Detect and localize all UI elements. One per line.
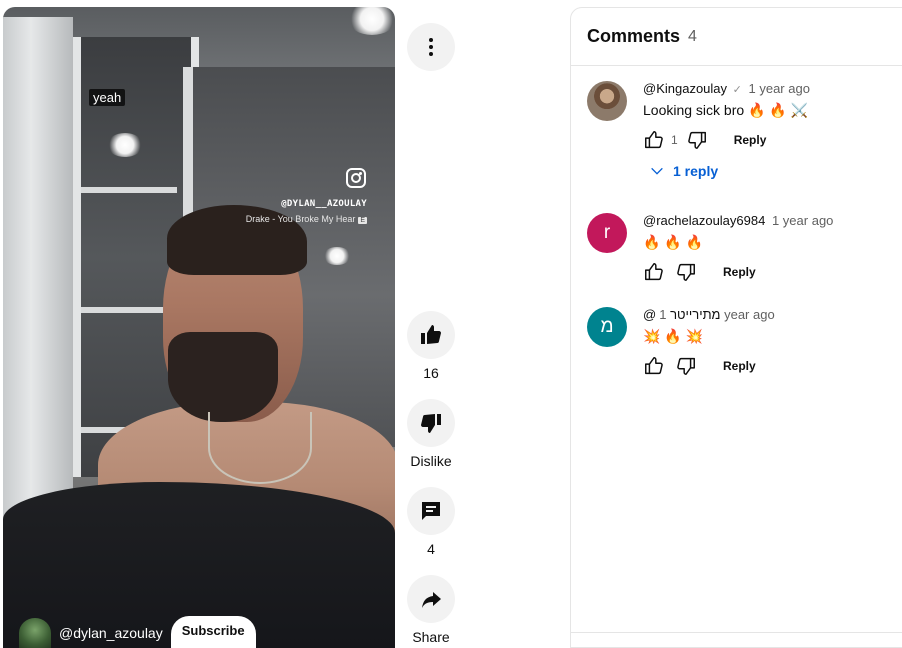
- share-label: Share: [412, 629, 450, 645]
- commenter-avatar[interactable]: [587, 81, 627, 121]
- video-scene-light: [348, 7, 395, 35]
- like-button[interactable]: [407, 311, 455, 359]
- comment-like-count: 1: [671, 133, 678, 147]
- like-count: 16: [423, 365, 439, 381]
- thumb-up-icon[interactable]: [643, 129, 665, 151]
- comments-title: Comments: [587, 26, 681, 46]
- comments-button[interactable]: [407, 487, 455, 535]
- share-button[interactable]: [407, 575, 455, 623]
- thumb-down-icon[interactable]: [675, 355, 697, 377]
- short-video-player[interactable]: yeah @DYLAN__AZOULAY Drake - You Broke M…: [3, 7, 395, 648]
- reply-button[interactable]: Reply: [723, 265, 756, 279]
- video-caption: yeah: [89, 89, 126, 106]
- comment-time[interactable]: 1 year ago: [772, 213, 833, 228]
- channel-name[interactable]: @dylan_azoulay: [59, 625, 163, 641]
- song-title: Drake - You Broke My Hear: [245, 214, 356, 224]
- comment-author[interactable]: @מתירייטר: [643, 307, 720, 322]
- video-scene-light: [323, 247, 351, 265]
- comments-total-count: 4: [688, 27, 697, 45]
- reply-button[interactable]: Reply: [723, 359, 756, 373]
- video-scene-cabinet: [3, 17, 73, 537]
- view-replies-button[interactable]: 1 reply: [643, 163, 902, 179]
- comment-text: 🔥 🔥 🔥: [643, 234, 704, 250]
- comment-author[interactable]: @rachelazoulay6984: [643, 213, 765, 228]
- comment-text: 💥 🔥 💥: [643, 328, 704, 344]
- video-scene-person: [168, 332, 278, 422]
- comments-footer-divider: [571, 632, 902, 633]
- comment-time[interactable]: 1 year ago: [749, 81, 810, 96]
- more-options-button[interactable]: [407, 23, 455, 71]
- thumb-down-icon[interactable]: [686, 129, 708, 151]
- video-overlay-handle: @DYLAN__AZOULAY: [281, 199, 367, 209]
- dislike-label: Dislike: [410, 453, 452, 469]
- verified-check-icon: ✓: [732, 84, 742, 96]
- chevron-down-icon: [651, 167, 663, 175]
- comment-text: Looking sick bro 🔥 🔥 ⚔️: [643, 102, 809, 118]
- thumb-up-icon[interactable]: [643, 261, 665, 283]
- thumb-down-icon[interactable]: [675, 261, 697, 283]
- comments-count: 4: [427, 541, 435, 557]
- explicit-badge: E: [358, 217, 367, 224]
- comments-header: Comments 4: [571, 8, 902, 66]
- channel-bar: @dylan_azoulay Subscribe: [19, 616, 256, 648]
- thumb-up-icon[interactable]: [643, 355, 665, 377]
- video-scene-chain: [208, 412, 312, 484]
- comment-icon: [422, 502, 440, 520]
- reply-button[interactable]: Reply: [734, 133, 767, 147]
- thumb-down-icon: [421, 414, 441, 433]
- dislike-button[interactable]: [407, 399, 455, 447]
- video-overlay-song: Drake - You Broke My Hear E: [246, 214, 367, 224]
- channel-avatar[interactable]: [19, 618, 51, 648]
- comment-author[interactable]: @Kingazoulay: [643, 81, 727, 96]
- instagram-icon: [346, 168, 366, 188]
- comments-panel: Comments 4 @Kingazoulay ✓ 1 year ago Loo…: [570, 7, 902, 648]
- more-vert-icon: [429, 38, 433, 56]
- video-scene-light: [107, 133, 143, 157]
- subscribe-button[interactable]: Subscribe: [170, 616, 256, 648]
- share-icon: [422, 592, 441, 608]
- commenter-avatar[interactable]: r: [587, 213, 627, 253]
- video-scene-shelf: [81, 187, 177, 193]
- commenter-avatar[interactable]: מ: [587, 307, 627, 347]
- thumb-up-icon: [421, 325, 441, 344]
- replies-count-label: 1 reply: [673, 163, 719, 179]
